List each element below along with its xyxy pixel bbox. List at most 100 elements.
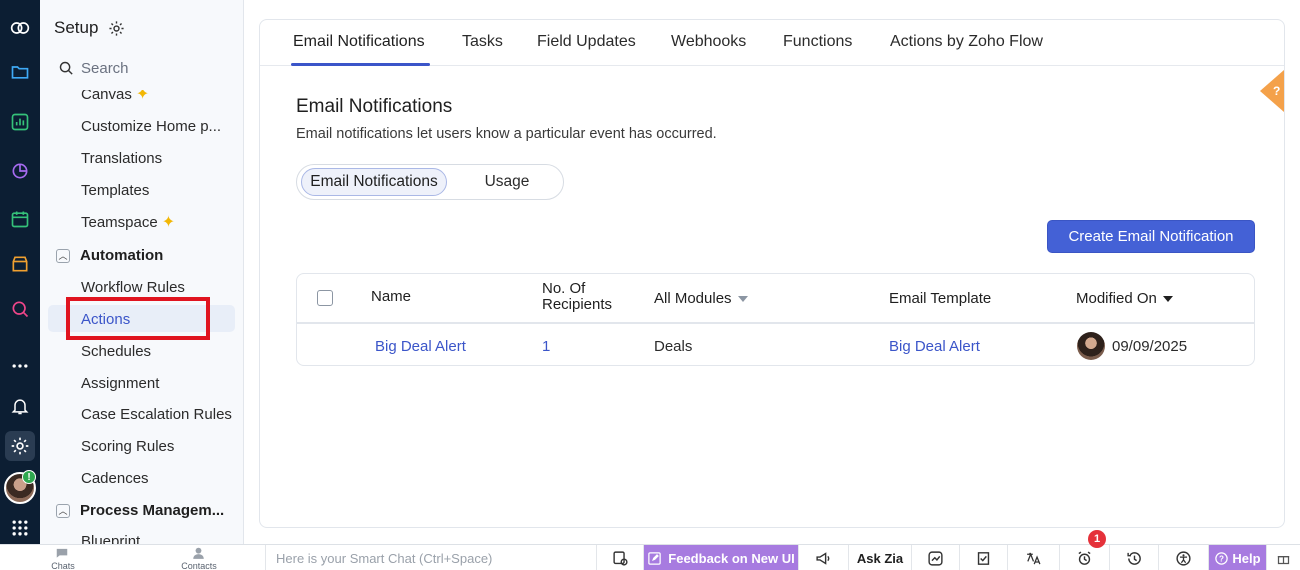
contacts-button[interactable]: Contacts (166, 545, 232, 570)
calendar-icon[interactable] (8, 207, 32, 231)
help-button[interactable]: ? Help (1209, 545, 1267, 570)
translate-icon (1027, 552, 1041, 564)
create-email-notification-button[interactable]: Create Email Notification (1047, 220, 1255, 253)
row-module: Deals (654, 338, 693, 355)
tab-email-notifications[interactable]: Email Notifications (293, 33, 425, 51)
sidebar-item-translations[interactable]: Translations (81, 150, 162, 167)
sort-desc-icon (1162, 296, 1173, 303)
alarm-clock-icon (1078, 551, 1091, 565)
sidebar-item-case-escalation-rules[interactable]: Case Escalation Rules (81, 406, 232, 423)
setup-title: Setup (54, 18, 99, 37)
column-modified-on[interactable]: Modified On (1076, 290, 1173, 307)
accessibility-icon (1176, 550, 1191, 566)
sidebar-item-assignment[interactable]: Assignment (81, 375, 159, 392)
marketplace-icon[interactable] (8, 252, 32, 276)
select-all-checkbox[interactable] (317, 290, 333, 306)
announcements-button[interactable] (799, 545, 849, 570)
tab-field-updates[interactable]: Field Updates (537, 33, 636, 51)
folder-icon[interactable] (8, 60, 32, 84)
annotation-highlight-box (66, 297, 210, 340)
screen-capture-icon (612, 550, 628, 566)
search-icon (59, 61, 73, 75)
feedback-button[interactable]: Feedback on New UI (644, 545, 799, 570)
ask-zia-button[interactable]: Ask Zia (849, 545, 912, 570)
bell-icon[interactable] (8, 394, 32, 418)
sidebar-item-canvas[interactable]: Canvas ✦ (81, 86, 150, 104)
column-recipients[interactable]: No. Of Recipients (542, 281, 612, 313)
sparkle-icon: ✦ (135, 86, 150, 103)
sidebar-item-cadences[interactable]: Cadences (81, 470, 149, 487)
row-recipients-link[interactable]: 1 (542, 338, 550, 355)
tab-tasks[interactable]: Tasks (462, 33, 503, 51)
contact-icon (193, 547, 204, 559)
chevron-up-icon: ︿ (56, 248, 70, 263)
segment-usage[interactable]: Usage (457, 168, 557, 196)
screen-capture-button[interactable] (597, 545, 644, 570)
gift-button[interactable] (1267, 545, 1300, 570)
tab-functions[interactable]: Functions (783, 33, 852, 51)
search-placeholder: Search (81, 60, 129, 77)
status-badge: ! (22, 470, 36, 484)
help-side-tab[interactable]: ? (1258, 70, 1284, 112)
tab-actions-by-zoho-flow[interactable]: Actions by Zoho Flow (890, 33, 1043, 51)
accessibility-button[interactable] (1159, 545, 1209, 570)
sidebar-item-customize-home[interactable]: Customize Home p... (81, 118, 221, 135)
setup-sidebar: Setup Search Canvas ✦ Customize Home p...… (40, 0, 244, 544)
main-panel: Email Notifications Tasks Field Updates … (259, 19, 1285, 528)
sparkle-icon: ✦ (161, 214, 176, 231)
history-button[interactable] (1110, 545, 1159, 570)
chats-button[interactable]: Chats (30, 545, 96, 570)
sidebar-item-templates[interactable]: Templates (81, 182, 149, 199)
sidebar-item-teamspace[interactable]: Teamspace ✦ (81, 212, 175, 232)
smart-chat-input[interactable]: Here is your Smart Chat (Ctrl+Space) (265, 545, 597, 570)
megaphone-icon (816, 551, 830, 565)
sidebar-item-blueprint[interactable]: Blueprint (81, 533, 140, 544)
section-description: Email notifications let users know a par… (296, 126, 717, 142)
analytics-icon[interactable] (8, 159, 32, 183)
history-icon (1126, 551, 1141, 565)
setup-header: Setup (54, 18, 125, 38)
svg-text:?: ? (1219, 554, 1224, 563)
svg-text:?: ? (1273, 84, 1280, 98)
active-tab-indicator (291, 63, 430, 66)
column-name[interactable]: Name (371, 288, 411, 305)
reports-icon[interactable] (8, 110, 32, 134)
sidebar-group-process-management[interactable]: ︿ Process Managem... (56, 502, 224, 519)
notifications-table: Name No. Of Recipients All Modules Email… (296, 273, 1255, 366)
chat-icon (56, 548, 68, 558)
column-email-template[interactable]: Email Template (889, 290, 991, 307)
tasks-button[interactable] (960, 545, 1008, 570)
segment-email-notifications[interactable]: Email Notifications (301, 168, 447, 196)
search-analytics-icon[interactable] (8, 297, 32, 321)
help-circle-icon: ? (1215, 551, 1229, 565)
row-name-link[interactable]: Big Deal Alert (375, 338, 466, 355)
more-icon[interactable] (8, 354, 32, 378)
setup-search[interactable]: Search (58, 60, 129, 77)
reminders-count-badge: 1 (1088, 530, 1106, 548)
table-header: Name No. Of Recipients All Modules Email… (297, 274, 1254, 324)
edit-icon (648, 551, 662, 565)
tab-webhooks[interactable]: Webhooks (671, 33, 746, 51)
signals-icon (928, 550, 943, 566)
chevron-up-icon: ︿ (56, 503, 70, 518)
translate-button[interactable] (1008, 545, 1060, 570)
sidebar-item-scoring-rules[interactable]: Scoring Rules (81, 438, 174, 455)
row-modified-date: 09/09/2025 (1112, 338, 1188, 355)
row-template-link[interactable]: Big Deal Alert (889, 338, 980, 355)
bottom-bar: Chats Contacts Here is your Smart Chat (… (0, 544, 1300, 570)
signals-button[interactable] (912, 545, 960, 570)
reminders-button[interactable] (1060, 545, 1110, 570)
gear-icon[interactable] (108, 20, 125, 37)
apps-grid-icon[interactable] (8, 516, 32, 540)
sidebar-group-automation[interactable]: ︿ Automation (56, 247, 163, 264)
zoho-logo-icon[interactable] (8, 16, 32, 40)
modifier-avatar (1077, 332, 1105, 360)
sidebar-item-schedules[interactable]: Schedules (81, 343, 151, 360)
view-segmented-control: Email Notifications Usage (296, 164, 564, 200)
left-rail: ! (0, 0, 40, 544)
caret-down-icon (737, 296, 748, 303)
gift-icon (1277, 555, 1290, 564)
column-modules-filter[interactable]: All Modules (654, 290, 748, 307)
settings-icon[interactable] (5, 431, 35, 461)
sidebar-item-workflow-rules[interactable]: Workflow Rules (81, 279, 185, 296)
